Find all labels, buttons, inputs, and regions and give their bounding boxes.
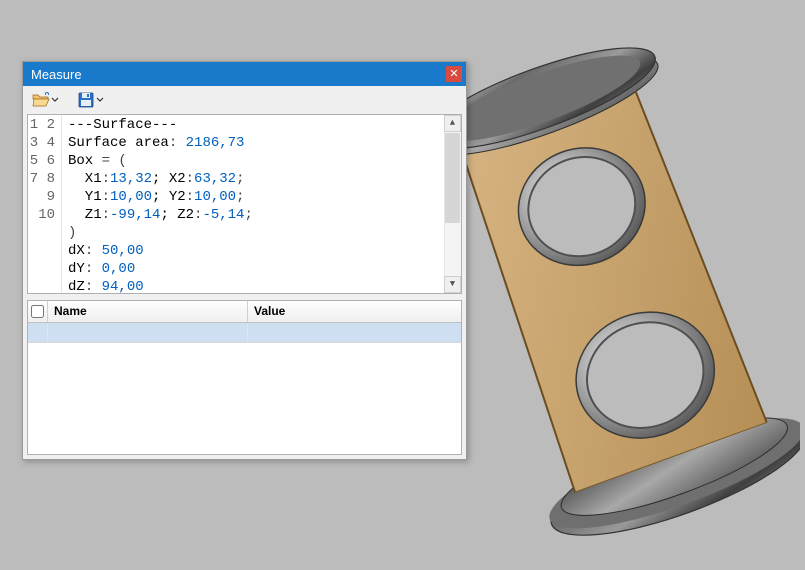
save-button[interactable] [74, 89, 107, 111]
header-name[interactable]: Name [48, 301, 248, 322]
code-area[interactable]: 1 2 3 4 5 6 7 8 9 10 ---Surface--- Surfa… [27, 114, 462, 294]
scroll-down-button[interactable]: ▼ [444, 276, 461, 293]
scroll-up-button[interactable]: ▲ [444, 115, 461, 132]
open-button[interactable] [29, 89, 62, 111]
window-title: Measure [31, 67, 82, 82]
titlebar[interactable]: Measure ✕ [23, 62, 466, 86]
results-table: Name Value [27, 300, 462, 455]
table-header: Name Value [28, 301, 461, 323]
code-body[interactable]: ---Surface--- Surface area: 2186,73 Box … [62, 115, 461, 293]
close-button[interactable]: ✕ [446, 66, 462, 82]
select-all-checkbox[interactable] [31, 305, 44, 318]
close-icon: ✕ [449, 68, 458, 80]
measure-window: Measure ✕ [22, 61, 467, 460]
chevron-down-icon [96, 92, 104, 108]
chevron-down-icon [51, 92, 59, 108]
header-checkbox-cell[interactable] [28, 301, 48, 322]
save-disk-icon [77, 92, 95, 108]
toolbar [23, 86, 466, 114]
code-gutter: 1 2 3 4 5 6 7 8 9 10 [28, 115, 62, 293]
table-row[interactable] [28, 323, 461, 343]
header-value[interactable]: Value [248, 301, 461, 322]
open-folder-icon [32, 92, 50, 108]
scrollbar-thumb[interactable] [445, 133, 460, 223]
